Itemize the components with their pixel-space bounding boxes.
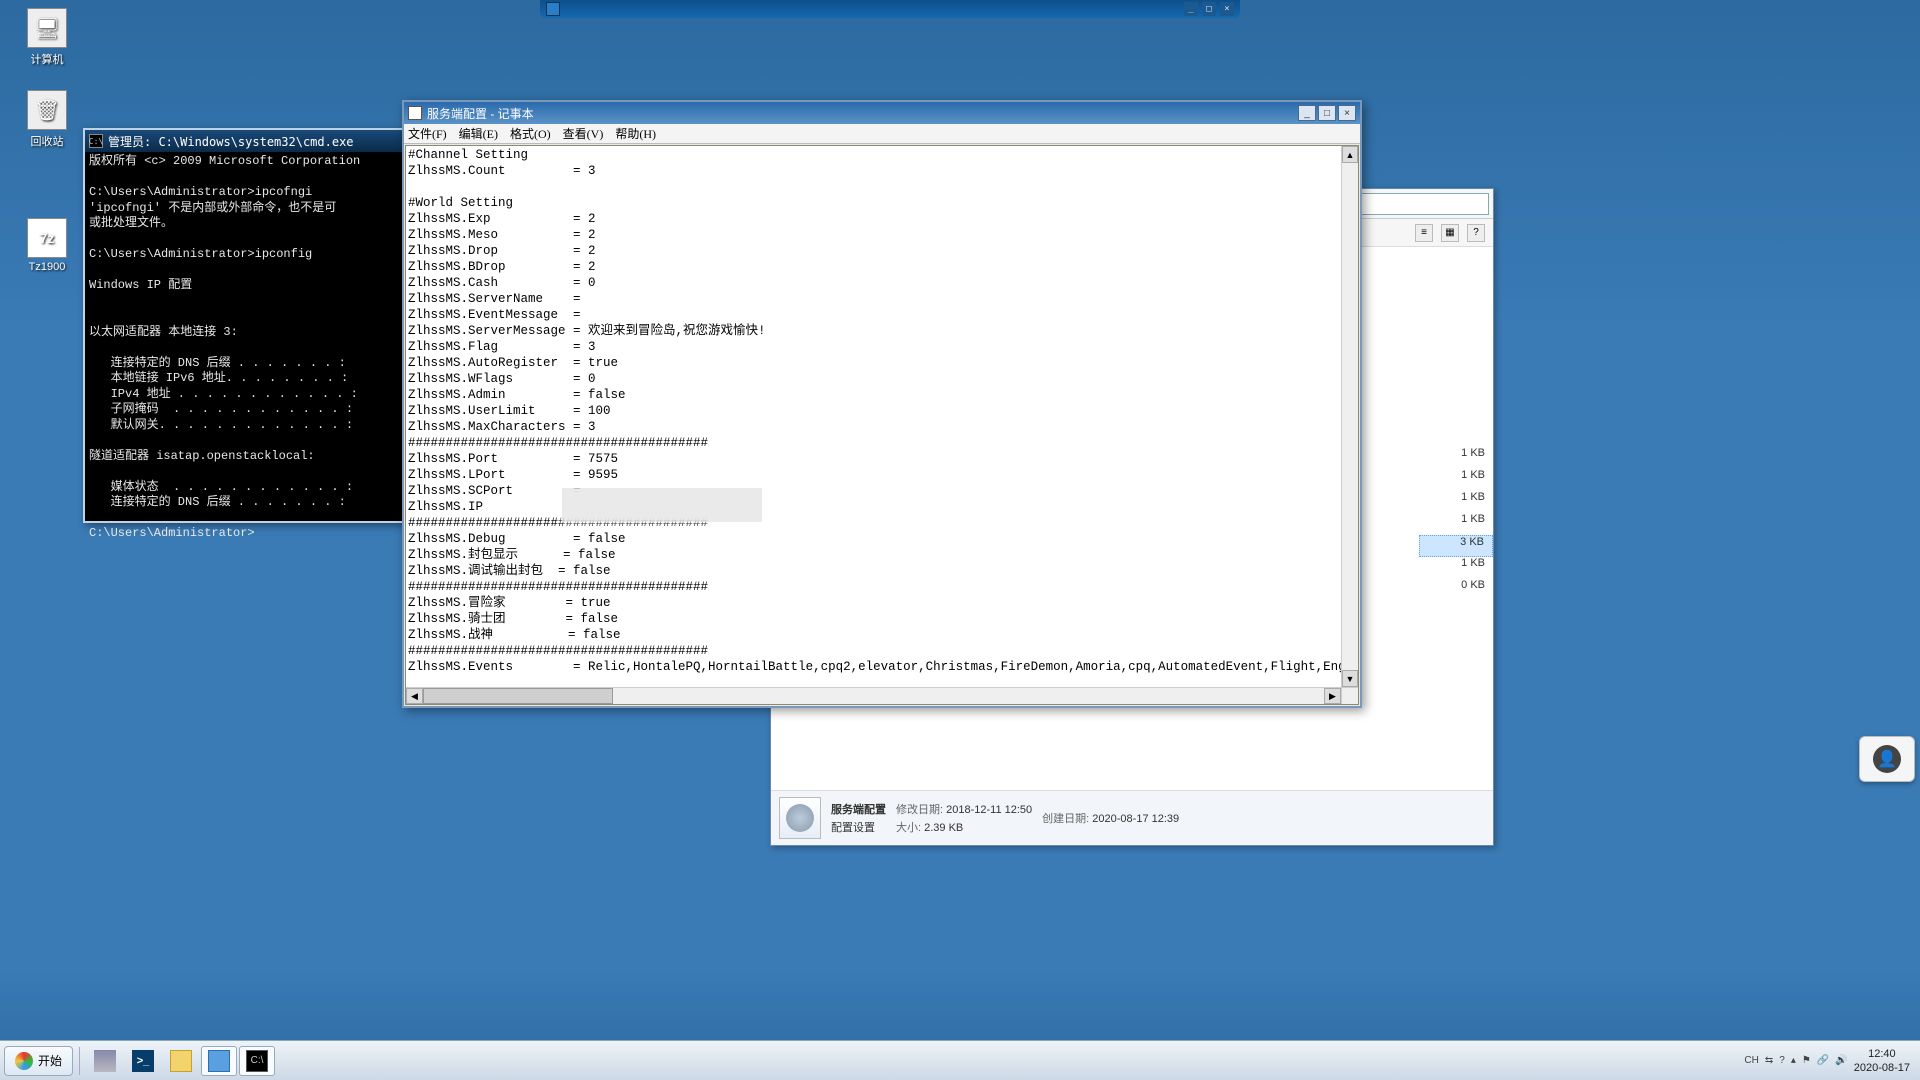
titlebar-fragment: _ □ ×	[540, 0, 1240, 18]
notepad-body[interactable]: #Channel Setting ZlhssMS.Count = 3 #Worl…	[405, 145, 1359, 705]
start-button[interactable]: 开始	[4, 1046, 73, 1076]
tray-network-icon[interactable]: ⇆	[1765, 1055, 1773, 1066]
explorer-icon	[170, 1050, 192, 1072]
desktop-icon-recycle[interactable]: 🗑 回收站	[12, 90, 82, 149]
user-icon: 👤	[1873, 745, 1901, 773]
scroll-left-button[interactable]: ◀	[406, 688, 423, 704]
explorer-window-icon	[208, 1050, 230, 1072]
mod-value: 2018-12-11 12:50	[946, 804, 1032, 816]
table-row[interactable]: 1 KB	[1419, 513, 1493, 535]
close-button[interactable]: ×	[1220, 2, 1234, 16]
notepad-text[interactable]: #Channel Setting ZlhssMS.Count = 3 #Worl…	[406, 146, 1358, 676]
minimize-button[interactable]: _	[1298, 105, 1316, 121]
details-pane: 服务端配置 配置设置 修改日期: 2018-12-11 12:50 大小: 2.…	[771, 790, 1493, 845]
cmd-icon: C:\	[89, 134, 103, 148]
maximize-button[interactable]: □	[1318, 105, 1336, 121]
view-list-button[interactable]: ≡	[1415, 224, 1433, 242]
menu-file[interactable]: 文件(F)	[408, 125, 447, 142]
taskbar: 开始 >_ C:\ CH ⇆ ? ▴ ⚑ 🔗 🔊 12:40 2020-08-1…	[0, 1040, 1920, 1080]
size-label: 大小:	[896, 822, 921, 834]
taskbar-item-cmd[interactable]: C:\	[239, 1046, 275, 1076]
scroll-up-button[interactable]: ▲	[1342, 146, 1358, 163]
desktop-icon-computer[interactable]: 🖥 计算机	[12, 8, 82, 67]
mod-label: 修改日期:	[896, 804, 943, 816]
windows-orb-icon	[15, 1052, 33, 1070]
tray-net2-icon[interactable]: 🔗	[1817, 1055, 1829, 1066]
notepad-icon	[408, 106, 422, 120]
table-row[interactable]: 1 KB	[1419, 447, 1493, 469]
icon-label: 计算机	[12, 51, 82, 67]
clock[interactable]: 12:40 2020-08-17	[1854, 1047, 1910, 1075]
scrollbar-vertical[interactable]: ▲ ▼	[1341, 146, 1358, 687]
cmd-title: 管理员: C:\Windows\system32\cmd.exe	[108, 133, 354, 150]
scroll-right-button[interactable]: ▶	[1324, 688, 1341, 704]
clock-time: 12:40	[1854, 1047, 1910, 1061]
scrollbar-horizontal[interactable]: ◀ ▶	[406, 687, 1358, 704]
notepad-titlebar[interactable]: 服务端配置 - 记事本 _ □ ×	[404, 102, 1360, 124]
menu-format[interactable]: 格式(O)	[510, 125, 551, 142]
tray-help-icon[interactable]: ?	[1779, 1055, 1785, 1066]
file-thumbnail-icon	[779, 797, 821, 839]
scroll-down-button[interactable]: ▼	[1342, 670, 1358, 687]
table-row[interactable]: 0 KB	[1419, 579, 1493, 601]
recycle-icon: 🗑	[27, 90, 67, 130]
scroll-thumb[interactable]	[423, 688, 613, 704]
taskbar-item-explorer-pinned[interactable]	[163, 1046, 199, 1076]
tray-volume-icon[interactable]: 🔊	[1835, 1055, 1847, 1066]
help-button[interactable]: ?	[1467, 224, 1485, 242]
table-row[interactable]: 1 KB	[1419, 469, 1493, 491]
notepad-title: 服务端配置 - 记事本	[427, 105, 534, 122]
desktop-icon-7z[interactable]: 7z Tz1900	[12, 218, 82, 273]
detail-name: 服务端配置	[831, 804, 886, 816]
cmd-icon: C:\	[246, 1050, 268, 1072]
sevenzip-icon: 7z	[27, 218, 67, 258]
menu-view[interactable]: 查看(V)	[563, 125, 604, 142]
minimize-button[interactable]: _	[1184, 2, 1198, 16]
tray-expand-icon[interactable]: ▴	[1791, 1055, 1796, 1066]
taskbar-item-powershell[interactable]: >_	[125, 1046, 161, 1076]
separator	[79, 1047, 80, 1075]
icon-label: Tz1900	[12, 261, 82, 273]
computer-icon: 🖥	[27, 8, 67, 48]
icon-label: 回收站	[12, 133, 82, 149]
created-label: 创建日期:	[1042, 813, 1089, 825]
scroll-track[interactable]	[613, 688, 1324, 704]
table-row[interactable]: 1 KB	[1419, 557, 1493, 579]
created-value: 2020-08-17 12:39	[1092, 813, 1179, 825]
close-button[interactable]: ×	[1338, 105, 1356, 121]
size-value: 2.39 KB	[924, 822, 963, 834]
taskbar-item-server[interactable]	[87, 1046, 123, 1076]
view-grid-button[interactable]: ▦	[1441, 224, 1459, 242]
notepad-window[interactable]: 服务端配置 - 记事本 _ □ × 文件(F) 编辑(E) 格式(O) 查看(V…	[402, 100, 1362, 708]
redacted-region	[562, 488, 762, 522]
server-icon	[94, 1050, 116, 1072]
notepad-menubar: 文件(F) 编辑(E) 格式(O) 查看(V) 帮助(H)	[404, 124, 1360, 144]
clock-date: 2020-08-17	[1854, 1061, 1910, 1075]
taskbar-item-explorer[interactable]	[201, 1046, 237, 1076]
menu-help[interactable]: 帮助(H)	[615, 125, 656, 142]
detail-type: 配置设置	[831, 819, 886, 835]
system-tray: CH ⇆ ? ▴ ⚑ 🔗 🔊 12:40 2020-08-17	[1744, 1047, 1916, 1075]
table-row[interactable]: 1 KB	[1419, 491, 1493, 513]
maximize-button[interactable]: □	[1202, 2, 1216, 16]
ime-indicator[interactable]: CH	[1744, 1055, 1758, 1066]
scroll-corner	[1341, 688, 1358, 704]
menu-edit[interactable]: 编辑(E)	[459, 125, 498, 142]
tray-flag-icon[interactable]: ⚑	[1802, 1055, 1811, 1066]
user-float-button[interactable]: 👤	[1859, 736, 1915, 782]
table-row-selected[interactable]: 3 KB	[1419, 535, 1493, 557]
app-icon	[546, 2, 560, 16]
start-label: 开始	[38, 1052, 62, 1069]
file-size-column: 1 KB 1 KB 1 KB 1 KB 3 KB 1 KB 0 KB	[1419, 247, 1493, 601]
powershell-icon: >_	[132, 1050, 154, 1072]
